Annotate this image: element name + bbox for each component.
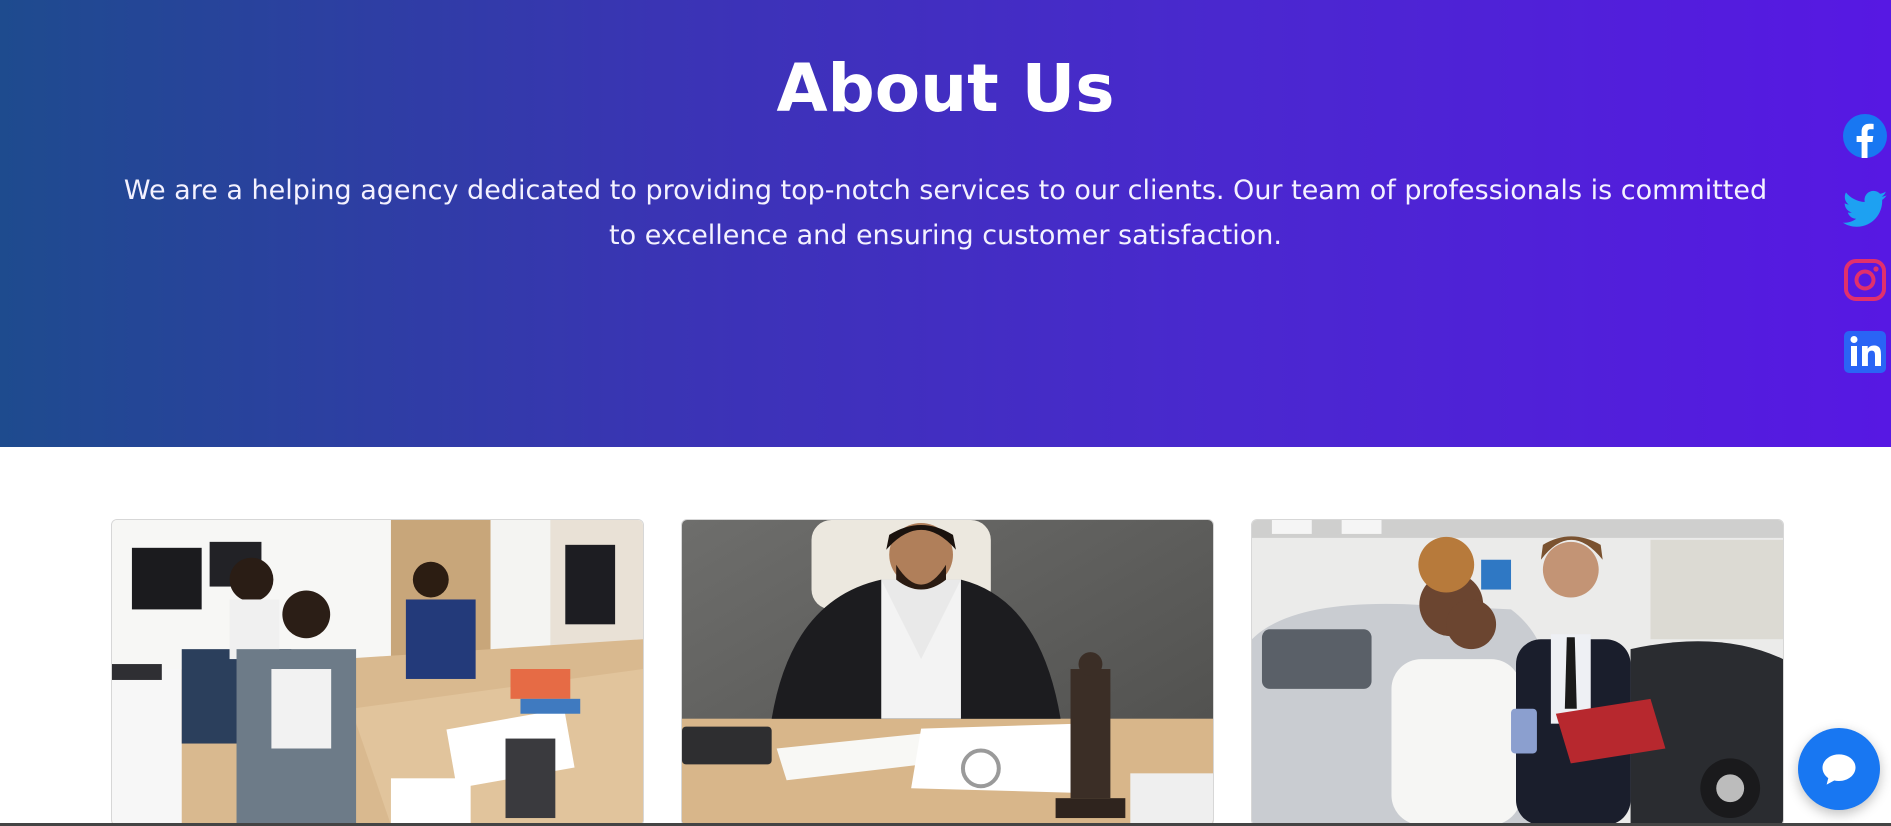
linkedin-link[interactable] [1839, 328, 1891, 380]
card-car-consultation[interactable] [1251, 519, 1784, 826]
lawyer-signing-documents-photo [682, 520, 1213, 825]
card-legal-services[interactable] [681, 519, 1214, 826]
twitter-link[interactable] [1839, 184, 1891, 236]
twitter-icon [1842, 190, 1887, 227]
car-dealership-consultation-photo [1252, 520, 1783, 825]
linkedin-icon [1844, 331, 1886, 373]
social-links [1839, 112, 1891, 400]
instagram-link[interactable] [1839, 256, 1891, 308]
facebook-icon [1843, 114, 1887, 158]
about-hero: About Us We are a helping agency dedicat… [0, 0, 1891, 447]
instagram-icon [1844, 259, 1886, 301]
about-description: We are a helping agency dedicated to pro… [123, 175, 1768, 251]
chat-button[interactable] [1798, 728, 1880, 810]
card-office-team[interactable] [111, 519, 644, 826]
services-cards [111, 519, 1784, 826]
chat-bubble-icon [1822, 754, 1856, 785]
facebook-link[interactable] [1839, 112, 1891, 164]
page-title: About Us [776, 50, 1115, 127]
office-team-meeting-photo [112, 520, 643, 825]
